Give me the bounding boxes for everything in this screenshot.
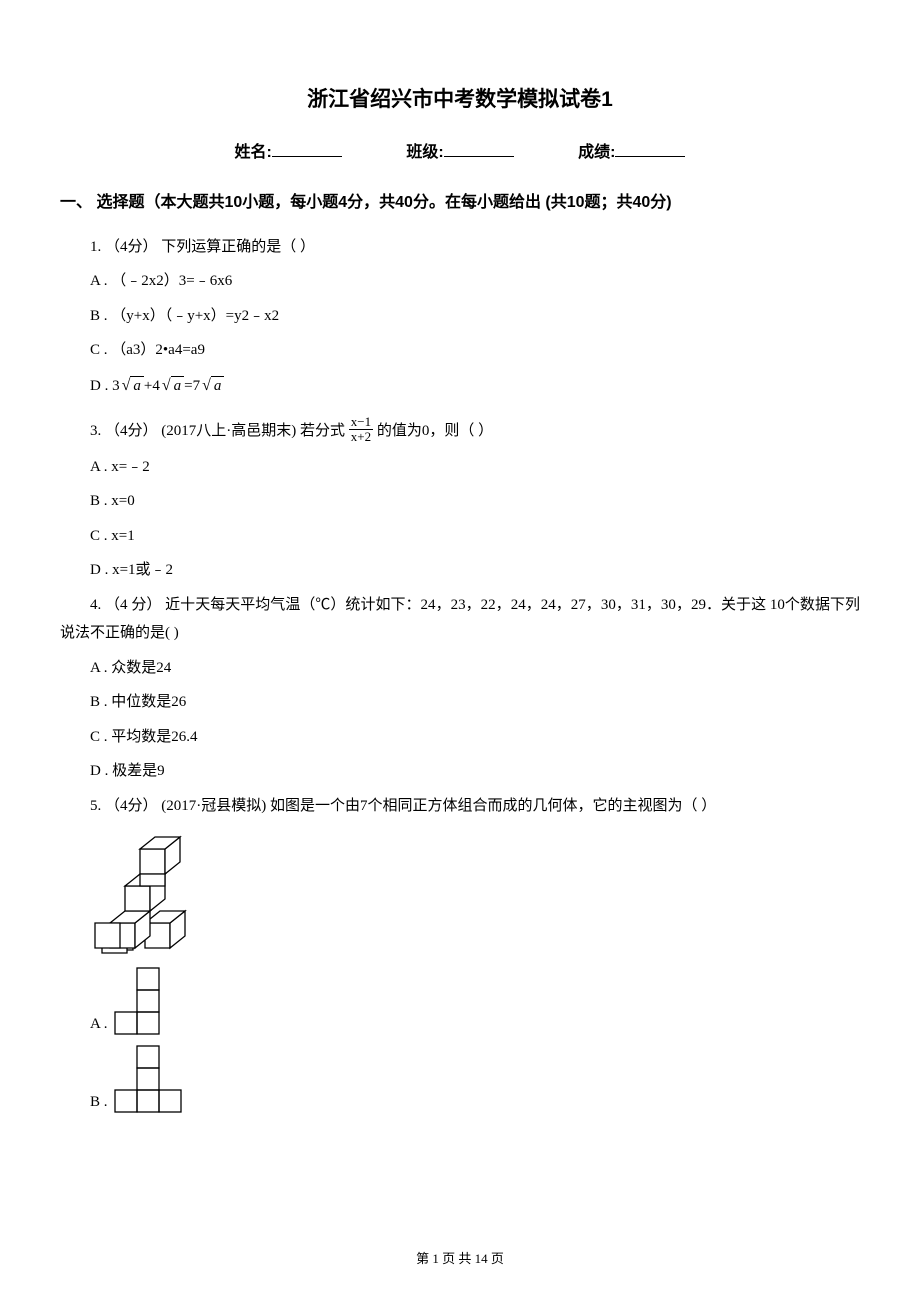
q5-option-a-figure <box>112 966 184 1038</box>
q4-option-d: D . 极差是9 <box>60 757 860 786</box>
q1-stem: 1. （4分） 下列运算正确的是（ ） <box>60 233 860 262</box>
fraction-icon: x−1 x+2 <box>349 415 373 445</box>
sqrt-icon: a <box>160 371 184 401</box>
q1-option-a: A . （﹣2x2）3=﹣6x6 <box>60 267 860 296</box>
sqrt-icon: a <box>200 371 224 401</box>
q1-d-eq: =7 <box>184 378 200 394</box>
q4-option-a: A . 众数是24 <box>60 654 860 683</box>
q1-option-c: C . （a3）2•a4=a9 <box>60 336 860 365</box>
section-1-title: 一、 选择题（本大题共10小题，每小题4分，共40分。在每小题给出 (共10题；… <box>60 188 860 218</box>
q5-solid-figure <box>90 828 860 958</box>
q1-d-mid: +4 <box>144 378 160 394</box>
q3-stem-pre: 3. （4分） (2017八上·高邑期末) 若分式 <box>90 423 349 439</box>
sqrt-icon: a <box>120 371 144 401</box>
q5-option-a-label: A . <box>90 1010 108 1039</box>
student-info-row: 姓名: 班级: 成绩: <box>60 138 860 168</box>
q3-stem: 3. （4分） (2017八上·高邑期末) 若分式 x−1 x+2 的值为0，则… <box>60 417 860 447</box>
q5-option-b: B . <box>90 1044 860 1116</box>
q3-option-d: D . x=1或﹣2 <box>60 556 860 585</box>
score-label: 成绩: <box>578 144 615 161</box>
q4-stem: 4. （4 分） 近十天每天平均气温（℃）统计如下：24，23，22，24，24… <box>60 591 860 648</box>
class-label: 班级: <box>406 144 443 161</box>
q3-option-b: B . x=0 <box>60 487 860 516</box>
page-title: 浙江省绍兴市中考数学模拟试卷1 <box>60 80 860 120</box>
q3-option-a: A . x=﹣2 <box>60 453 860 482</box>
q1-option-b: B . （y+x）（﹣y+x）=y2﹣x2 <box>60 302 860 331</box>
page-footer: 第 1 页 共 14 页 <box>0 1247 920 1272</box>
q5-stem: 5. （4分） (2017·冠县模拟) 如图是一个由7个相同正方体组合而成的几何… <box>60 792 860 821</box>
q5-option-b-figure <box>112 1044 204 1116</box>
q4-option-c: C . 平均数是26.4 <box>60 723 860 752</box>
q3-option-c: C . x=1 <box>60 522 860 551</box>
q5-option-a: A . <box>90 966 860 1038</box>
q5-option-b-label: B . <box>90 1088 108 1117</box>
name-label: 姓名: <box>235 144 272 161</box>
q1-d-prefix: D . 3 <box>90 378 120 394</box>
q1-option-d: D . 3a+4a=7a <box>60 371 860 401</box>
q4-option-b: B . 中位数是26 <box>60 688 860 717</box>
name-blank <box>272 141 342 157</box>
q3-stem-post: 的值为0，则（ ） <box>377 423 493 439</box>
score-blank <box>615 141 685 157</box>
class-blank <box>444 141 514 157</box>
